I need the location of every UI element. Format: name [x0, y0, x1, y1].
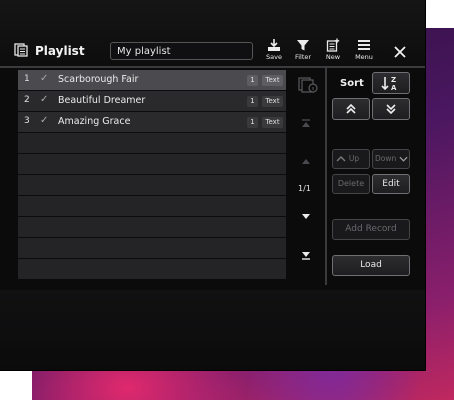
load-button[interactable]: Load [332, 255, 410, 276]
record-title: Beautiful Dreamer [58, 95, 146, 106]
list-item[interactable]: 1 ✓ Scarborough Fair 1 Text [18, 70, 286, 91]
move-down-button[interactable]: Down [372, 149, 410, 169]
chevron-up-icon [336, 156, 346, 162]
bottom-bar [0, 290, 425, 370]
record-type-badge: Text [262, 117, 283, 128]
close-icon[interactable] [390, 42, 410, 62]
new-label: New [325, 53, 341, 61]
scroll-top-icon[interactable] [299, 117, 313, 131]
save-icon [268, 39, 280, 51]
check-icon[interactable]: ✓ [40, 115, 48, 126]
sort-az-icon: Z A [381, 76, 397, 92]
record-title: Scarborough Fair [58, 74, 139, 85]
check-icon[interactable]: ✓ [40, 73, 48, 84]
panel-divider [325, 68, 327, 285]
chevron-down-icon [399, 156, 408, 162]
record-number: 2 [24, 95, 30, 105]
edit-button[interactable]: Edit [372, 174, 410, 194]
double-chevron-down-icon [386, 104, 396, 115]
empty-row [18, 196, 286, 217]
new-button[interactable]: New [321, 38, 345, 64]
menu-icon [358, 40, 370, 50]
check-icon[interactable]: ✓ [40, 94, 48, 105]
sort-label: Sort [340, 78, 364, 89]
record-number: 3 [24, 116, 30, 126]
scroll-bottom-icon[interactable] [299, 248, 313, 262]
edit-label: Edit [382, 179, 400, 189]
empty-row [18, 217, 286, 238]
filter-icon [297, 40, 309, 51]
list-item[interactable]: 2 ✓ Beautiful Dreamer 1 Text [18, 91, 286, 112]
playlist-record-list: 1 ✓ Scarborough Fair 1 Text 2 ✓ Beautifu… [18, 70, 286, 279]
record-title: Amazing Grace [58, 116, 131, 127]
filter-button[interactable]: Filter [291, 38, 315, 64]
record-type-badge: Text [262, 96, 283, 107]
menu-button[interactable]: Menu [352, 38, 376, 64]
sort-button[interactable]: Z A [372, 72, 410, 94]
record-count-badge: 1 [247, 96, 258, 107]
down-label: Down [375, 154, 397, 163]
scroll-up-icon[interactable] [299, 154, 313, 168]
playlist-screen: Playlist My playlist Save Filter New Men… [0, 0, 425, 370]
save-button[interactable]: Save [262, 38, 286, 64]
empty-row [18, 154, 286, 175]
load-label: Load [360, 260, 382, 270]
page-indicator: 1/1 [298, 184, 311, 193]
save-label: Save [266, 53, 282, 61]
move-bottom-button[interactable] [372, 98, 410, 120]
add-record-label: Add Record [345, 224, 397, 234]
empty-row [18, 175, 286, 196]
scroll-down-icon[interactable] [299, 210, 313, 224]
filter-label: Filter [294, 53, 312, 61]
record-type-badge: Text [262, 75, 283, 86]
empty-row [18, 133, 286, 154]
move-top-button[interactable] [332, 98, 370, 120]
record-number: 1 [24, 74, 30, 84]
add-record-button[interactable]: Add Record [332, 219, 410, 240]
new-icon [326, 38, 340, 52]
playlist-icon [14, 43, 28, 57]
page-title: Playlist [35, 44, 85, 58]
header-bar: Playlist My playlist Save Filter New Men… [0, 0, 425, 68]
record-count-badge: 1 [247, 117, 258, 128]
up-label: Up [348, 154, 360, 163]
move-up-button[interactable]: Up [332, 149, 370, 169]
delete-label: Delete [337, 179, 365, 188]
playlist-name-field[interactable]: My playlist [110, 42, 253, 60]
delete-button[interactable]: Delete [332, 174, 370, 194]
record-count-badge: 1 [247, 75, 258, 86]
svg-text:A: A [391, 84, 397, 92]
double-chevron-up-icon [346, 103, 356, 114]
song-info-icon[interactable] [298, 77, 318, 93]
svg-text:Z: Z [391, 76, 396, 84]
menu-label: Menu [355, 53, 373, 61]
list-item[interactable]: 3 ✓ Amazing Grace 1 Text [18, 112, 286, 133]
empty-row [18, 238, 286, 259]
empty-row [18, 259, 286, 279]
